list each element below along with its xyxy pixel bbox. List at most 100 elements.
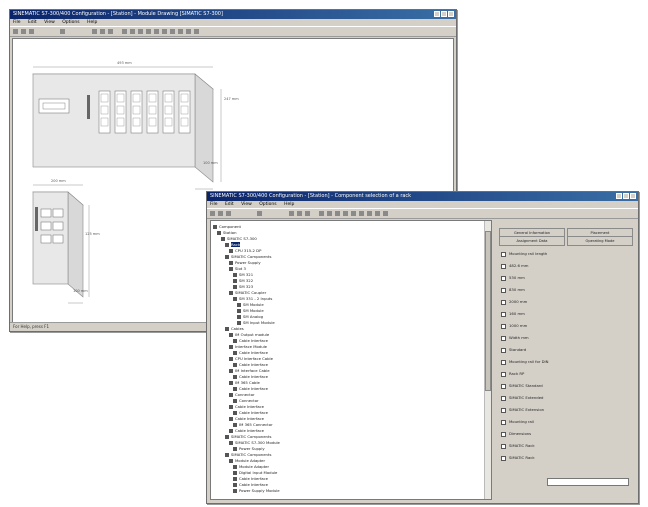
checkbox[interactable] (501, 347, 506, 353)
tree-item[interactable]: Power Supply Module (211, 487, 280, 495)
maximize-button[interactable] (441, 11, 447, 17)
property-option[interactable]: Mounting rail length (497, 250, 547, 257)
checkbox[interactable] (501, 287, 506, 293)
back-menu-bar: File Edit View Options Help (10, 19, 456, 26)
print-icon[interactable] (60, 29, 65, 34)
property-option[interactable]: 482.6 mm (497, 262, 528, 269)
close-button[interactable] (630, 193, 636, 199)
checkbox[interactable] (501, 443, 506, 449)
checkbox[interactable] (501, 311, 506, 317)
minimize-button[interactable] (616, 193, 622, 199)
tool-icon[interactable] (122, 29, 127, 34)
zoom-icon[interactable] (92, 29, 97, 34)
checkbox[interactable] (501, 431, 506, 437)
property-option[interactable]: 530 mm (497, 274, 525, 281)
property-option[interactable]: 2000 mm (497, 298, 527, 305)
checkbox[interactable] (501, 299, 506, 305)
checkbox[interactable] (501, 383, 506, 389)
new-icon[interactable] (13, 29, 18, 34)
checkbox[interactable] (501, 407, 506, 413)
close-button[interactable] (448, 11, 454, 17)
dim-small-height: 125 mm (85, 232, 100, 236)
menu-options[interactable]: Options (259, 202, 276, 207)
zoom-icon[interactable] (289, 211, 294, 216)
back-window-title: SINEMATIC S7-300/400 Configuration - [St… (13, 11, 223, 17)
tool-icon[interactable] (383, 211, 388, 216)
property-option[interactable]: Standard (497, 346, 526, 353)
tool-icon[interactable] (367, 211, 372, 216)
property-option[interactable]: SIMATIC Rack (497, 454, 535, 461)
menu-help[interactable]: Help (87, 20, 97, 25)
dim-small-depth: 100 mm (73, 289, 88, 293)
checkbox[interactable] (501, 275, 506, 281)
property-option[interactable]: Mounting rail (497, 418, 534, 425)
tool-icon[interactable] (194, 29, 199, 34)
component-tree[interactable]: Component Station SIMATIC S7-300 Rack CPU 31… (210, 220, 492, 500)
tool-icon[interactable] (170, 29, 175, 34)
value-field[interactable] (547, 478, 629, 486)
front-window-titlebar[interactable]: SINEMATIC S7-300/400 Configuration - [St… (207, 192, 638, 201)
checkbox[interactable] (501, 371, 506, 377)
property-option[interactable]: Rack RP (497, 370, 524, 377)
tool-icon[interactable] (335, 211, 340, 216)
print-icon[interactable] (257, 211, 262, 216)
open-icon[interactable] (218, 211, 223, 216)
tool-icon[interactable] (359, 211, 364, 216)
property-option[interactable]: Mounting rail for DIN (497, 358, 549, 365)
tool-icon[interactable] (138, 29, 143, 34)
menu-file[interactable]: File (210, 202, 218, 207)
maximize-button[interactable] (623, 193, 629, 199)
tab-operating-mode[interactable]: Operating Mode (567, 236, 633, 246)
tool-icon[interactable] (319, 211, 324, 216)
checkbox[interactable] (501, 251, 506, 257)
minimize-button[interactable] (434, 11, 440, 17)
menu-options[interactable]: Options (62, 20, 79, 25)
checkbox[interactable] (501, 263, 506, 269)
menu-edit[interactable]: Edit (225, 202, 234, 207)
dim-small-width: 200 mm (51, 179, 66, 183)
tool-icon[interactable] (108, 29, 113, 34)
save-icon[interactable] (226, 211, 231, 216)
tab-assignment-data[interactable]: Assignment Data (499, 236, 565, 246)
tool-icon[interactable] (327, 211, 332, 216)
property-option[interactable]: Width mm (497, 334, 529, 341)
tool-icon[interactable] (351, 211, 356, 216)
checkbox[interactable] (501, 395, 506, 401)
checkbox[interactable] (501, 419, 506, 425)
checkbox[interactable] (501, 359, 506, 365)
property-option[interactable]: SIMATIC Extended (497, 394, 543, 401)
property-option[interactable]: SIMATIC Extension (497, 406, 544, 413)
tool-icon[interactable] (146, 29, 151, 34)
checkbox[interactable] (501, 323, 506, 329)
tool-icon[interactable] (375, 211, 380, 216)
tree-scroll-thumb[interactable] (485, 231, 491, 391)
property-option[interactable]: 830 mm (497, 286, 525, 293)
tool-icon[interactable] (305, 211, 310, 216)
tool-icon[interactable] (186, 29, 191, 34)
menu-file[interactable]: File (13, 20, 21, 25)
property-option[interactable]: Dimensions (497, 430, 531, 437)
tool-icon[interactable] (178, 29, 183, 34)
tool-icon[interactable] (162, 29, 167, 34)
property-option[interactable]: SIMATIC Rack (497, 442, 535, 449)
property-option[interactable]: 160 mm (497, 310, 525, 317)
tool-icon[interactable] (154, 29, 159, 34)
menu-help[interactable]: Help (284, 202, 294, 207)
menu-edit[interactable]: Edit (28, 20, 37, 25)
checkbox[interactable] (501, 335, 506, 341)
tool-icon[interactable] (100, 29, 105, 34)
checkbox[interactable] (501, 455, 506, 461)
tool-icon[interactable] (130, 29, 135, 34)
save-icon[interactable] (29, 29, 34, 34)
tool-icon[interactable] (343, 211, 348, 216)
back-window-titlebar[interactable]: SINEMATIC S7-300/400 Configuration - [St… (10, 10, 456, 19)
menu-view[interactable]: View (44, 20, 55, 25)
menu-view[interactable]: View (241, 202, 252, 207)
tool-icon[interactable] (297, 211, 302, 216)
property-option[interactable]: 1000 mm (497, 322, 527, 329)
property-option[interactable]: SIMATIC Standard (497, 382, 543, 389)
new-icon[interactable] (210, 211, 215, 216)
property-label: 1000 mm (509, 323, 528, 328)
tree-scrollbar[interactable] (484, 221, 491, 499)
open-icon[interactable] (21, 29, 26, 34)
